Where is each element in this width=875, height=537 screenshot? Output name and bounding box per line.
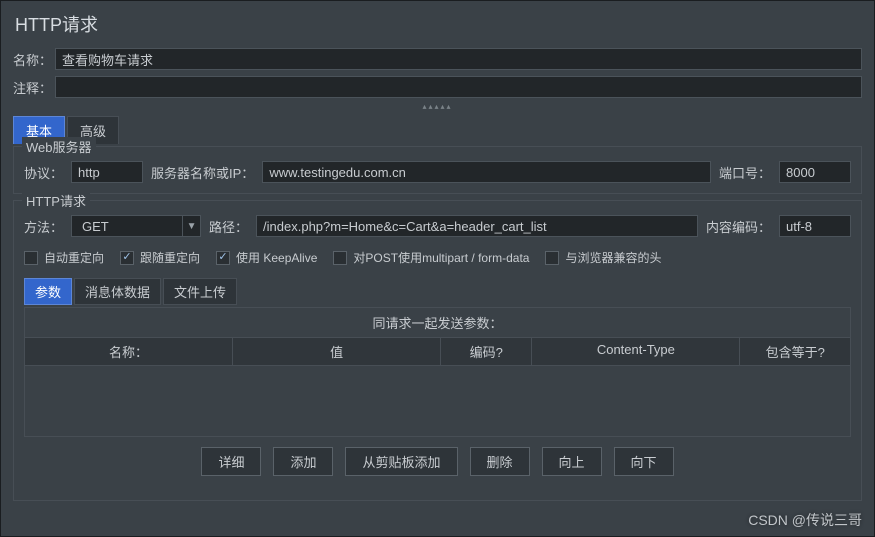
- path-label: 路径：: [209, 217, 248, 236]
- auto-redirect-label: 自动重定向: [44, 249, 104, 266]
- main-tabs: 基本 高级: [1, 116, 874, 144]
- button-row: 详细 添加 从剪贴板添加 删除 向上 向下: [24, 437, 851, 486]
- port-label: 端口号：: [719, 163, 771, 182]
- encoding-input[interactable]: [779, 215, 851, 237]
- method-label: 方法：: [24, 217, 63, 236]
- detail-button[interactable]: 详细: [201, 447, 261, 476]
- up-button[interactable]: 向上: [542, 447, 602, 476]
- col-name[interactable]: 名称：: [25, 338, 233, 365]
- method-value: GET: [72, 219, 182, 234]
- comment-row: 注释：: [1, 73, 874, 101]
- httprequest-fieldset: HTTP请求 方法： GET ▼ 路径： 内容编码： 自动重定向 ✓ 跟随重定向…: [13, 200, 862, 501]
- webserver-legend: Web服务器: [22, 137, 96, 156]
- paste-button[interactable]: 从剪贴板添加: [345, 447, 457, 476]
- checkbox-icon: ✓: [216, 251, 230, 265]
- name-label: 名称：: [13, 50, 55, 69]
- protocol-input[interactable]: [71, 161, 143, 183]
- auto-redirect-checkbox[interactable]: 自动重定向: [24, 249, 104, 266]
- down-button[interactable]: 向下: [614, 447, 674, 476]
- browser-headers-checkbox[interactable]: 与浏览器兼容的头: [545, 249, 661, 266]
- encoding-label: 内容编码：: [706, 217, 771, 236]
- col-content-type[interactable]: Content-Type: [532, 338, 740, 365]
- name-row: 名称：: [1, 45, 874, 73]
- checkbox-row: 自动重定向 ✓ 跟随重定向 ✓ 使用 KeepAlive 对POST使用mult…: [24, 249, 851, 266]
- params-title: 同请求一起发送参数：: [25, 308, 850, 337]
- keepalive-checkbox[interactable]: ✓ 使用 KeepAlive: [216, 249, 317, 266]
- col-include-eq[interactable]: 包含等于?: [740, 338, 850, 365]
- checkbox-icon: [24, 251, 38, 265]
- subtab-body[interactable]: 消息体数据: [74, 278, 161, 305]
- follow-redirect-checkbox[interactable]: ✓ 跟随重定向: [120, 249, 200, 266]
- add-button[interactable]: 添加: [273, 447, 333, 476]
- multipart-label: 对POST使用multipart / form-data: [353, 249, 529, 266]
- name-input[interactable]: [55, 48, 862, 70]
- comment-input[interactable]: [55, 76, 862, 98]
- col-value[interactable]: 值: [233, 338, 441, 365]
- port-input[interactable]: [779, 161, 851, 183]
- webserver-fieldset: Web服务器 协议： 服务器名称或IP： 端口号：: [13, 146, 862, 194]
- server-input[interactable]: [262, 161, 711, 183]
- params-body[interactable]: [25, 366, 850, 436]
- sub-tabs: 参数 消息体数据 文件上传: [24, 278, 851, 305]
- keepalive-label: 使用 KeepAlive: [236, 249, 317, 266]
- col-encode[interactable]: 编码?: [441, 338, 532, 365]
- method-select[interactable]: GET ▼: [71, 215, 201, 237]
- collapse-handle-icon[interactable]: ▴▴▴▴▴: [1, 101, 874, 112]
- window-title: HTTP请求: [1, 1, 874, 45]
- watermark: CSDN @传说三哥: [748, 510, 862, 530]
- httprequest-legend: HTTP请求: [22, 191, 90, 210]
- comment-label: 注释：: [13, 78, 55, 97]
- checkbox-icon: [333, 251, 347, 265]
- server-label: 服务器名称或IP：: [151, 163, 254, 182]
- multipart-checkbox[interactable]: 对POST使用multipart / form-data: [333, 249, 529, 266]
- params-box: 同请求一起发送参数： 名称： 值 编码? Content-Type 包含等于?: [24, 307, 851, 437]
- delete-button[interactable]: 删除: [470, 447, 530, 476]
- follow-redirect-label: 跟随重定向: [140, 249, 200, 266]
- protocol-label: 协议：: [24, 163, 63, 182]
- path-input[interactable]: [256, 215, 698, 237]
- browser-headers-label: 与浏览器兼容的头: [565, 249, 661, 266]
- checkbox-icon: ✓: [120, 251, 134, 265]
- subtab-files[interactable]: 文件上传: [163, 278, 237, 305]
- checkbox-icon: [545, 251, 559, 265]
- subtab-params[interactable]: 参数: [24, 278, 72, 305]
- chevron-down-icon: ▼: [182, 216, 200, 236]
- params-header: 名称： 值 编码? Content-Type 包含等于?: [25, 337, 850, 366]
